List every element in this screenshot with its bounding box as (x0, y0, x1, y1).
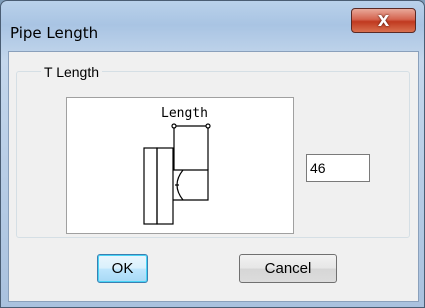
close-button[interactable]: X (351, 8, 416, 33)
dialog-title: Pipe Length (10, 24, 99, 42)
close-icon: X (377, 11, 390, 30)
length-input[interactable] (306, 154, 370, 182)
group-label: T Length (41, 64, 103, 80)
t-length-diagram: Length (66, 97, 294, 234)
dialog-client-area: T Length Length 46 OK Cancel (8, 51, 419, 302)
title-bar[interactable]: Pipe Length X (1, 1, 424, 49)
cancel-button[interactable]: Cancel (239, 254, 337, 283)
ok-button[interactable]: OK (97, 254, 148, 283)
tee-pipe-icon (143, 123, 211, 225)
pipe-length-dialog: Pipe Length X T Length Length 46 OK Canc… (0, 0, 425, 308)
